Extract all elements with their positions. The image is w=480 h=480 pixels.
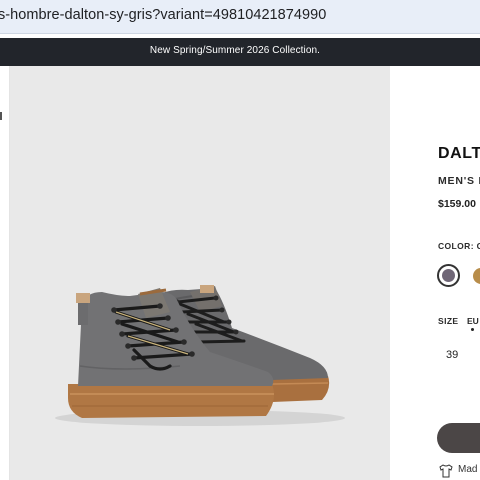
thumbnail-indicator[interactable]	[0, 112, 2, 120]
announcement-bar: New Spring/Summer 2026 Collection.	[0, 38, 480, 66]
size-label: SIZE	[438, 316, 459, 326]
product-price: $159.00	[438, 198, 476, 210]
thumbnail-strip[interactable]	[0, 66, 10, 480]
product-info-panel: DALTO MEN'S L $159.00 COLOR: G SIZE EU 3…	[390, 66, 480, 480]
browser-address-bar[interactable]: s-hombre-dalton-sy-gris?variant=49810421…	[0, 0, 480, 34]
swatch-fill	[442, 269, 455, 282]
size-unit-eu[interactable]: EU	[467, 316, 479, 326]
made-in-text: Mad	[458, 464, 478, 475]
url-text[interactable]: s-hombre-dalton-sy-gris?variant=49810421…	[0, 7, 326, 23]
shirt-icon	[439, 464, 453, 478]
shoe-image	[55, 285, 345, 426]
size-unit-indicator	[471, 328, 474, 331]
announcement-text[interactable]: New Spring/Summer 2026 Collection.	[0, 45, 470, 56]
product-page: s-hombre-dalton-sy-gris?variant=49810421…	[0, 0, 480, 480]
add-to-cart-button[interactable]	[437, 423, 480, 453]
product-title: DALTO	[438, 145, 480, 162]
color-swatch-grey[interactable]	[437, 264, 460, 287]
color-swatch-tan[interactable]	[473, 268, 480, 284]
size-option-39[interactable]: 39	[446, 349, 458, 361]
product-image[interactable]	[10, 66, 390, 480]
color-label: COLOR: G	[438, 241, 480, 251]
product-subtitle: MEN'S L	[438, 175, 480, 187]
